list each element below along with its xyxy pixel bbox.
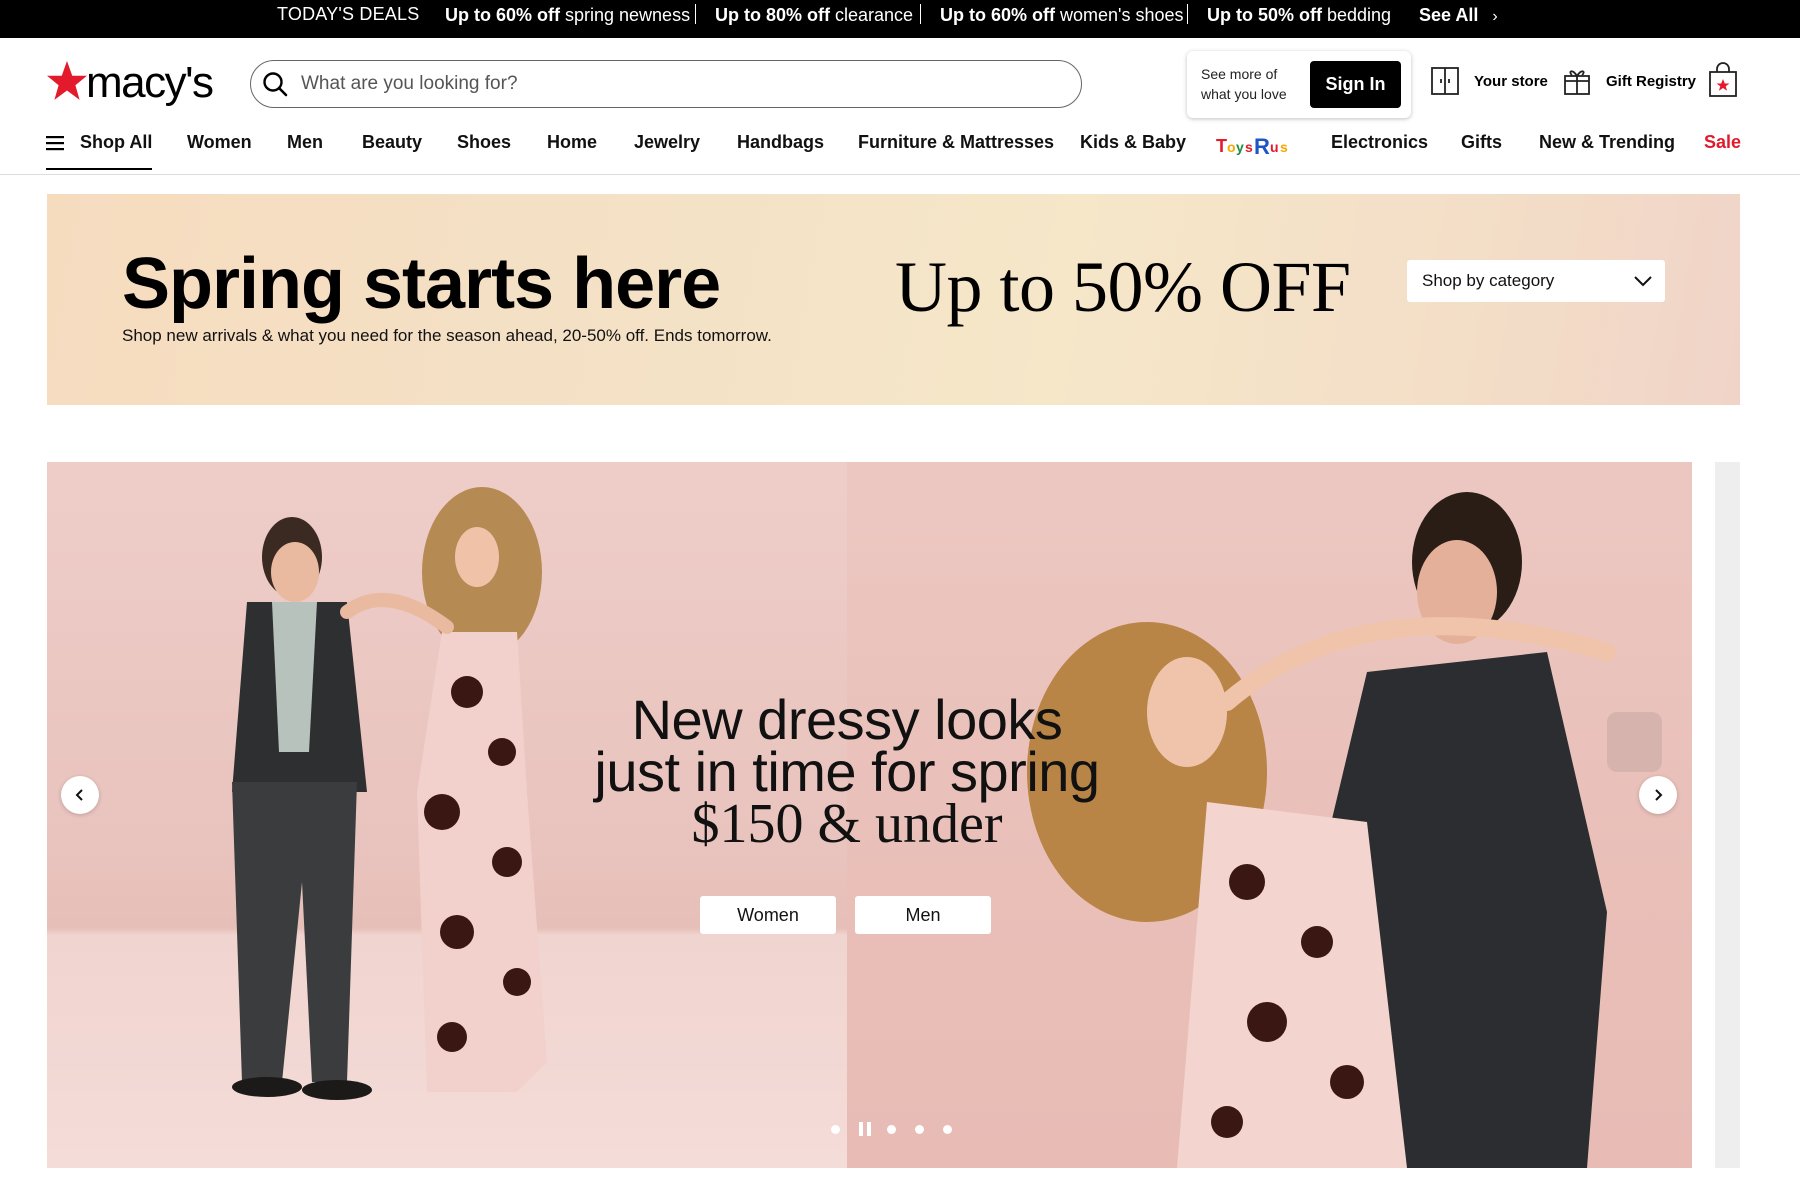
- deals-title: TODAY'S DEALS: [277, 4, 420, 24]
- toys-r-us-logo[interactable]: T o y s R u s: [1216, 132, 1292, 163]
- promo-banner[interactable]: Spring starts here Shop new arrivals & w…: [47, 194, 1740, 405]
- gift-registry-link[interactable]: Gift Registry: [1562, 66, 1696, 96]
- deal-link-bedding[interactable]: Up to 50% off bedding: [1207, 0, 1391, 38]
- signin-prompt-line: what you love: [1201, 86, 1287, 102]
- shopping-bag-button[interactable]: [1708, 62, 1752, 98]
- hero-headline-line2: just in time for spring: [594, 740, 1100, 803]
- svg-text:y: y: [1236, 139, 1244, 155]
- signin-prompt: See more of what you love: [1201, 64, 1287, 104]
- gift-registry-label: Gift Registry: [1606, 72, 1697, 90]
- carousel-dot[interactable]: [887, 1124, 896, 1134]
- deals-bar: TODAY'S DEALS Up to 60% off spring newne…: [0, 0, 1800, 38]
- carousel-dot[interactable]: [943, 1124, 952, 1134]
- svg-text:T: T: [1216, 136, 1227, 156]
- hero-carousel: New dressy looks just in time for spring…: [47, 462, 1692, 1168]
- hamburger-icon: [46, 135, 64, 150]
- deal-divider: [1187, 4, 1188, 24]
- nav-item-new-trending[interactable]: New & Trending: [1539, 132, 1675, 153]
- store-icon: [1431, 67, 1459, 95]
- svg-text:o: o: [1227, 139, 1236, 155]
- nav-item-handbags[interactable]: Handbags: [737, 132, 824, 153]
- main-nav: Shop All Women Men Beauty Shoes Home Jew…: [0, 118, 1800, 175]
- next-slide-peek: [1715, 462, 1740, 1168]
- hero-shop-men-button[interactable]: Men: [855, 896, 991, 934]
- svg-text:u: u: [1270, 139, 1279, 155]
- nav-item-furniture[interactable]: Furniture & Mattresses: [858, 132, 1054, 153]
- sign-in-button[interactable]: Sign In: [1310, 61, 1401, 108]
- your-store-label: Your store: [1474, 72, 1548, 90]
- nav-item-shoes[interactable]: Shoes: [457, 132, 511, 153]
- promo-subtext: Shop new arrivals & what you need for th…: [122, 326, 772, 345]
- nav-item-jewelry[interactable]: Jewelry: [634, 132, 700, 153]
- hero-shop-women-button[interactable]: Women: [700, 896, 836, 934]
- chevron-down-icon: [1634, 276, 1652, 287]
- shop-by-category-dropdown[interactable]: Shop by category: [1407, 260, 1665, 302]
- deal-divider: [695, 4, 696, 24]
- nav-shop-all[interactable]: Shop All: [46, 132, 153, 170]
- search-bar[interactable]: [250, 60, 1082, 108]
- shopping-bag-icon: [1709, 62, 1737, 97]
- promo-offer: Up to 50% OFF: [895, 247, 1351, 327]
- carousel-dot[interactable]: [831, 1124, 840, 1134]
- chevron-left-icon: [75, 789, 83, 801]
- carousel-dot[interactable]: [915, 1124, 924, 1134]
- deal-link-spring[interactable]: Up to 60% off spring newness: [445, 0, 690, 38]
- svg-text:R: R: [1254, 134, 1270, 158]
- carousel-next-button[interactable]: [1639, 776, 1677, 814]
- carousel-prev-button[interactable]: [61, 776, 99, 814]
- nav-item-men[interactable]: Men: [287, 132, 323, 153]
- deal-link-clearance[interactable]: Up to 80% off clearance: [715, 0, 913, 38]
- svg-text:s: s: [1245, 139, 1253, 155]
- macys-logo[interactable]: macy's: [46, 58, 216, 110]
- signin-prompt-line: See more of: [1201, 66, 1278, 82]
- gift-icon: [1564, 70, 1590, 95]
- pause-icon[interactable]: [859, 1122, 871, 1136]
- toys-r-us-logo-mark: T o y s R u s: [1216, 134, 1288, 159]
- chevron-right-icon: [1655, 789, 1663, 801]
- nav-item-women[interactable]: Women: [187, 132, 252, 153]
- nav-item-kids-baby[interactable]: Kids & Baby: [1080, 132, 1186, 153]
- carousel-indicators: [831, 1122, 971, 1136]
- macys-star-icon: [47, 61, 87, 100]
- your-store-link[interactable]: Your store: [1430, 66, 1548, 96]
- deal-link-womens-shoes[interactable]: Up to 60% off women's shoes: [940, 0, 1184, 38]
- promo-headline: Spring starts here: [122, 244, 721, 324]
- see-all-deals-link[interactable]: See All ›: [1419, 0, 1498, 38]
- nav-item-beauty[interactable]: Beauty: [362, 132, 422, 153]
- logo-wordmark: macy's: [86, 58, 214, 107]
- signin-panel: See more of what you love Sign In: [1187, 51, 1411, 118]
- shop-by-category-label: Shop by category: [1422, 271, 1555, 290]
- nav-item-sale[interactable]: Sale: [1704, 132, 1741, 153]
- nav-item-gifts[interactable]: Gifts: [1461, 132, 1502, 153]
- nav-shop-all-label: Shop All: [80, 132, 153, 152]
- search-icon[interactable]: [261, 70, 289, 98]
- hero-price-line: $150 & under: [691, 793, 1003, 855]
- chevron-right-icon: ›: [1492, 8, 1498, 25]
- nav-item-electronics[interactable]: Electronics: [1331, 132, 1428, 153]
- svg-text:s: s: [1280, 139, 1288, 155]
- deal-divider: [920, 4, 921, 24]
- search-input[interactable]: [301, 73, 1061, 95]
- nav-item-home[interactable]: Home: [547, 132, 597, 153]
